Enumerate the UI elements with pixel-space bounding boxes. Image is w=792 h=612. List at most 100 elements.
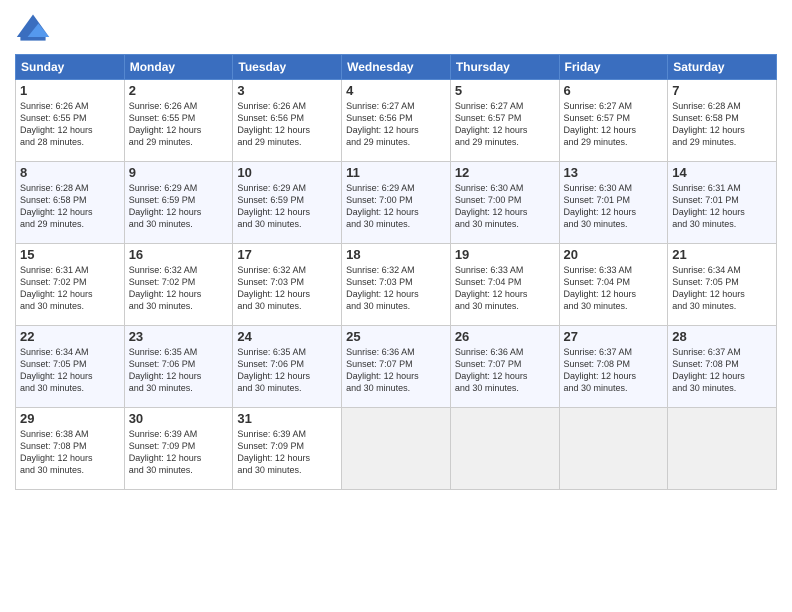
week-row-5: 29 Sunrise: 6:38 AM Sunset: 7:08 PM Dayli… <box>16 408 777 490</box>
calendar-cell: 6 Sunrise: 6:27 AM Sunset: 6:57 PM Daylig… <box>559 80 668 162</box>
week-row-1: 1 Sunrise: 6:26 AM Sunset: 6:55 PM Daylig… <box>16 80 777 162</box>
day-number: 31 <box>237 411 337 426</box>
day-number: 7 <box>672 83 772 98</box>
calendar-cell: 26 Sunrise: 6:36 AM Sunset: 7:07 PM Dayli… <box>450 326 559 408</box>
cell-info: Sunrise: 6:26 AM Sunset: 6:55 PM Dayligh… <box>129 100 229 149</box>
weekday-header-friday: Friday <box>559 55 668 80</box>
day-number: 27 <box>564 329 664 344</box>
cell-info: Sunrise: 6:31 AM Sunset: 7:01 PM Dayligh… <box>672 182 772 231</box>
day-number: 22 <box>20 329 120 344</box>
calendar-cell: 18 Sunrise: 6:32 AM Sunset: 7:03 PM Dayli… <box>342 244 451 326</box>
logo <box>15 10 57 46</box>
calendar-cell: 20Sunrise: 6:33 AM Sunset: 7:04 PM Dayli… <box>559 244 668 326</box>
cell-info: Sunrise: 6:29 AM Sunset: 7:00 PM Dayligh… <box>346 182 446 231</box>
day-number: 20 <box>564 247 664 262</box>
weekday-header-wednesday: Wednesday <box>342 55 451 80</box>
cell-info: Sunrise: 6:37 AM Sunset: 7:08 PM Dayligh… <box>564 346 664 395</box>
day-number: 29 <box>20 411 120 426</box>
day-number: 13 <box>564 165 664 180</box>
calendar-body: 1 Sunrise: 6:26 AM Sunset: 6:55 PM Daylig… <box>16 80 777 490</box>
day-number: 9 <box>129 165 229 180</box>
calendar-cell: 21 Sunrise: 6:34 AM Sunset: 7:05 PM Dayli… <box>668 244 777 326</box>
calendar-cell: 16 Sunrise: 6:32 AM Sunset: 7:02 PM Dayli… <box>124 244 233 326</box>
day-number: 2 <box>129 83 229 98</box>
calendar-cell: 12 Sunrise: 6:30 AM Sunset: 7:00 PM Dayli… <box>450 162 559 244</box>
calendar-cell <box>559 408 668 490</box>
cell-info: Sunrise: 6:28 AM Sunset: 6:58 PM Dayligh… <box>20 182 120 231</box>
day-number: 23 <box>129 329 229 344</box>
cell-info: Sunrise: 6:29 AM Sunset: 6:59 PM Dayligh… <box>237 182 337 231</box>
header <box>15 10 777 46</box>
cell-info: Sunrise: 6:32 AM Sunset: 7:02 PM Dayligh… <box>129 264 229 313</box>
day-number: 15 <box>20 247 120 262</box>
calendar-cell: 14 Sunrise: 6:31 AM Sunset: 7:01 PM Dayli… <box>668 162 777 244</box>
cell-info: Sunrise: 6:32 AM Sunset: 7:03 PM Dayligh… <box>346 264 446 313</box>
day-number: 4 <box>346 83 446 98</box>
calendar-cell: 2 Sunrise: 6:26 AM Sunset: 6:55 PM Daylig… <box>124 80 233 162</box>
calendar-cell: 13Sunrise: 6:30 AM Sunset: 7:01 PM Dayli… <box>559 162 668 244</box>
calendar-cell: 3Sunrise: 6:26 AM Sunset: 6:56 PM Daylig… <box>233 80 342 162</box>
cell-info: Sunrise: 6:34 AM Sunset: 7:05 PM Dayligh… <box>20 346 120 395</box>
day-number: 18 <box>346 247 446 262</box>
day-number: 10 <box>237 165 337 180</box>
cell-info: Sunrise: 6:27 AM Sunset: 6:57 PM Dayligh… <box>455 100 555 149</box>
cell-info: Sunrise: 6:27 AM Sunset: 6:56 PM Dayligh… <box>346 100 446 149</box>
day-number: 17 <box>237 247 337 262</box>
day-number: 24 <box>237 329 337 344</box>
day-number: 28 <box>672 329 772 344</box>
day-number: 3 <box>237 83 337 98</box>
cell-info: Sunrise: 6:30 AM Sunset: 7:00 PM Dayligh… <box>455 182 555 231</box>
calendar-table: SundayMondayTuesdayWednesdayThursdayFrid… <box>15 54 777 490</box>
calendar-cell: 22 Sunrise: 6:34 AM Sunset: 7:05 PM Dayli… <box>16 326 125 408</box>
calendar-cell: 28Sunrise: 6:37 AM Sunset: 7:08 PM Dayli… <box>668 326 777 408</box>
day-number: 14 <box>672 165 772 180</box>
day-number: 26 <box>455 329 555 344</box>
calendar-cell: 9Sunrise: 6:29 AM Sunset: 6:59 PM Daylig… <box>124 162 233 244</box>
cell-info: Sunrise: 6:31 AM Sunset: 7:02 PM Dayligh… <box>20 264 120 313</box>
calendar-cell: 30 Sunrise: 6:39 AM Sunset: 7:09 PM Dayli… <box>124 408 233 490</box>
calendar-cell: 10 Sunrise: 6:29 AM Sunset: 6:59 PM Dayli… <box>233 162 342 244</box>
cell-info: Sunrise: 6:35 AM Sunset: 7:06 PM Dayligh… <box>129 346 229 395</box>
cell-info: Sunrise: 6:26 AM Sunset: 6:55 PM Dayligh… <box>20 100 120 149</box>
calendar-cell: 31 Sunrise: 6:39 AM Sunset: 7:09 PM Dayli… <box>233 408 342 490</box>
cell-info: Sunrise: 6:38 AM Sunset: 7:08 PM Dayligh… <box>20 428 120 477</box>
day-number: 21 <box>672 247 772 262</box>
calendar-cell: 23 Sunrise: 6:35 AM Sunset: 7:06 PM Dayli… <box>124 326 233 408</box>
weekday-row: SundayMondayTuesdayWednesdayThursdayFrid… <box>16 55 777 80</box>
day-number: 12 <box>455 165 555 180</box>
weekday-header-thursday: Thursday <box>450 55 559 80</box>
day-number: 6 <box>564 83 664 98</box>
calendar-cell: 7 Sunrise: 6:28 AM Sunset: 6:58 PM Daylig… <box>668 80 777 162</box>
calendar-cell: 4 Sunrise: 6:27 AM Sunset: 6:56 PM Daylig… <box>342 80 451 162</box>
calendar-header: SundayMondayTuesdayWednesdayThursdayFrid… <box>16 55 777 80</box>
calendar-cell: 15 Sunrise: 6:31 AM Sunset: 7:02 PM Dayli… <box>16 244 125 326</box>
calendar-cell: 29 Sunrise: 6:38 AM Sunset: 7:08 PM Dayli… <box>16 408 125 490</box>
cell-info: Sunrise: 6:36 AM Sunset: 7:07 PM Dayligh… <box>346 346 446 395</box>
cell-info: Sunrise: 6:39 AM Sunset: 7:09 PM Dayligh… <box>237 428 337 477</box>
calendar-cell: 25 Sunrise: 6:36 AM Sunset: 7:07 PM Dayli… <box>342 326 451 408</box>
cell-info: Sunrise: 6:28 AM Sunset: 6:58 PM Dayligh… <box>672 100 772 149</box>
cell-info: Sunrise: 6:27 AM Sunset: 6:57 PM Dayligh… <box>564 100 664 149</box>
calendar-cell <box>668 408 777 490</box>
weekday-header-saturday: Saturday <box>668 55 777 80</box>
day-number: 1 <box>20 83 120 98</box>
cell-info: Sunrise: 6:36 AM Sunset: 7:07 PM Dayligh… <box>455 346 555 395</box>
calendar-cell: 5 Sunrise: 6:27 AM Sunset: 6:57 PM Daylig… <box>450 80 559 162</box>
calendar-cell: 1 Sunrise: 6:26 AM Sunset: 6:55 PM Daylig… <box>16 80 125 162</box>
page: SundayMondayTuesdayWednesdayThursdayFrid… <box>0 0 792 612</box>
calendar-cell: 19Sunrise: 6:33 AM Sunset: 7:04 PM Dayli… <box>450 244 559 326</box>
calendar-cell <box>450 408 559 490</box>
week-row-2: 8 Sunrise: 6:28 AM Sunset: 6:58 PM Daylig… <box>16 162 777 244</box>
weekday-header-tuesday: Tuesday <box>233 55 342 80</box>
week-row-3: 15 Sunrise: 6:31 AM Sunset: 7:02 PM Dayli… <box>16 244 777 326</box>
day-number: 5 <box>455 83 555 98</box>
logo-icon <box>15 10 51 46</box>
day-number: 16 <box>129 247 229 262</box>
day-number: 25 <box>346 329 446 344</box>
cell-info: Sunrise: 6:39 AM Sunset: 7:09 PM Dayligh… <box>129 428 229 477</box>
day-number: 8 <box>20 165 120 180</box>
cell-info: Sunrise: 6:34 AM Sunset: 7:05 PM Dayligh… <box>672 264 772 313</box>
calendar-cell: 17Sunrise: 6:32 AM Sunset: 7:03 PM Dayli… <box>233 244 342 326</box>
day-number: 30 <box>129 411 229 426</box>
calendar-cell: 24Sunrise: 6:35 AM Sunset: 7:06 PM Dayli… <box>233 326 342 408</box>
